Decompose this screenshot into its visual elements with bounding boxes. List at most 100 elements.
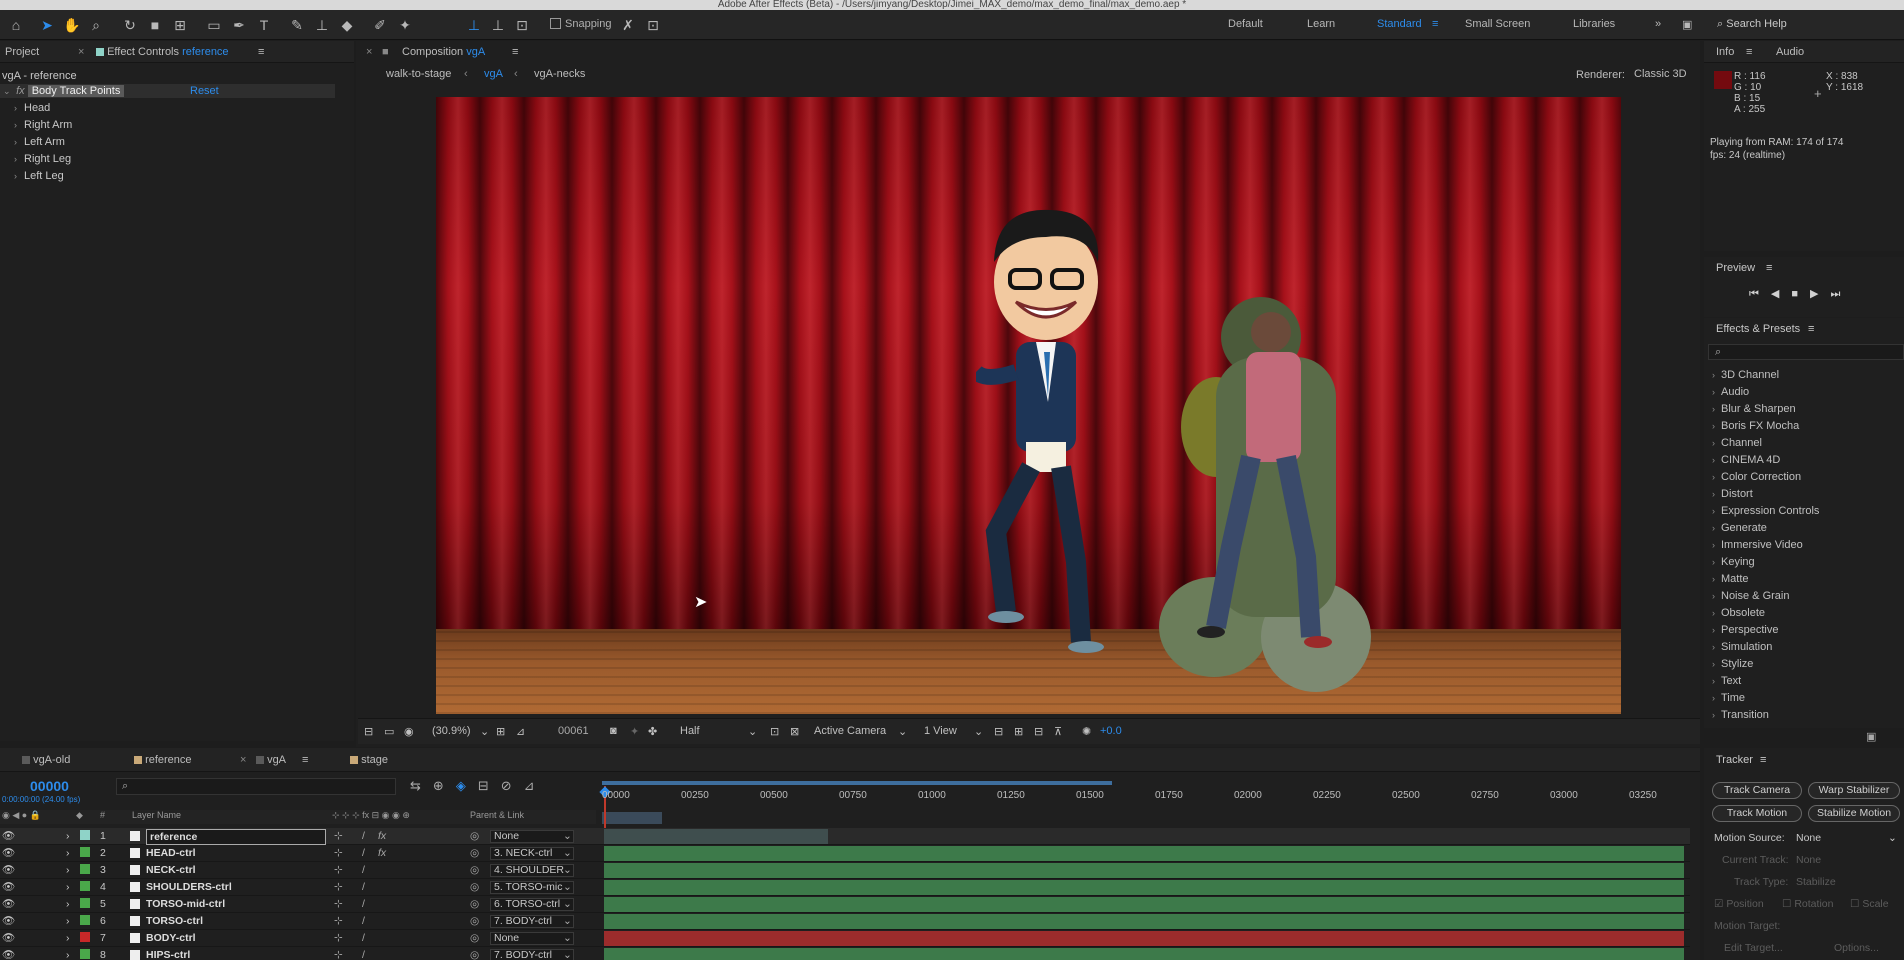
chevron-right-icon[interactable]: › xyxy=(66,896,70,913)
track-motion-button[interactable]: Track Motion xyxy=(1712,805,1802,822)
visibility-eye-icon[interactable]: 👁 xyxy=(2,930,15,947)
timeline-tab-reference[interactable]: reference xyxy=(134,754,192,766)
last-frame-icon[interactable]: ⏭ xyxy=(1831,288,1853,300)
chevron-down-icon[interactable]: ⌄ xyxy=(3,84,13,98)
puppet-pin-tool-icon[interactable]: ✦ xyxy=(395,15,415,35)
layer-label-swatch[interactable] xyxy=(80,932,90,942)
panel-menu-icon[interactable]: ≡ xyxy=(1746,46,1752,58)
layer-name[interactable]: TORSO-mid-ctrl xyxy=(146,896,225,913)
exposure-value[interactable]: +0.0 xyxy=(1100,725,1122,737)
type-tool-icon[interactable]: T xyxy=(254,15,274,35)
chevron-down-icon[interactable]: ⌄ xyxy=(563,930,572,947)
quality-switch-icon[interactable]: / xyxy=(362,828,365,845)
rectangle-tool-icon[interactable]: ▭ xyxy=(204,15,224,35)
group-left-leg[interactable]: › Left Leg xyxy=(14,169,64,183)
layer-row[interactable]: 👁 › 8 HIPS-ctrl ⊹ / ◎ 7. BODY-ctrl ⌄ xyxy=(0,947,1690,960)
parent-dropdown[interactable]: None xyxy=(490,932,574,945)
tab-effect-controls[interactable]: Effect Controls reference xyxy=(96,46,229,58)
chevron-down-icon[interactable]: ⌄ xyxy=(898,725,907,738)
panel-menu-icon[interactable]: ≡ xyxy=(302,754,308,766)
workspace-libraries[interactable]: Libraries xyxy=(1573,18,1615,30)
edit-target-button[interactable]: Edit Target... xyxy=(1724,942,1783,954)
snapshot-icon[interactable]: ◙ xyxy=(610,725,617,737)
quality-switch-icon[interactable]: / xyxy=(362,879,365,896)
next-frame-icon[interactable]: ▶ xyxy=(1810,288,1830,300)
quality-switch-icon[interactable]: / xyxy=(362,930,365,947)
layer-row[interactable]: 👁 › 5 TORSO-mid-ctrl ⊹ / ◎ 6. TORSO-ctrl ⌄ xyxy=(0,896,1690,913)
layer-name[interactable]: reference xyxy=(146,829,326,845)
pick-whip-icon[interactable]: ◎ xyxy=(470,845,479,862)
chevron-right-icon[interactable]: › xyxy=(66,947,70,960)
chevron-down-icon[interactable]: ⌄ xyxy=(563,879,572,896)
new-folder-icon[interactable]: ▣ xyxy=(1866,730,1876,743)
show-snapshot-icon[interactable]: ✦ xyxy=(630,725,639,738)
layer-label-swatch[interactable] xyxy=(80,847,90,857)
visibility-eye-icon[interactable]: 👁 xyxy=(2,947,15,960)
eraser-tool-icon[interactable]: ◆ xyxy=(337,15,357,35)
crop-icon[interactable]: ⊿ xyxy=(516,725,525,738)
panel-menu-icon[interactable]: ≡ xyxy=(512,46,518,58)
selection-tool-icon[interactable]: ➤ xyxy=(37,15,57,35)
parent-dropdown[interactable]: 5. TORSO-mic xyxy=(490,881,574,894)
tab-info[interactable]: Info xyxy=(1716,46,1734,58)
scale-checkbox[interactable]: ☐ Scale xyxy=(1850,898,1889,910)
chevron-right-icon[interactable]: › xyxy=(66,862,70,879)
shy-switch-icon[interactable]: ⊹ xyxy=(334,947,343,960)
current-frame[interactable]: 00061 xyxy=(558,725,589,737)
effects-category[interactable]: › CINEMA 4D xyxy=(1712,454,1780,466)
zoom-dropdown[interactable]: (30.9%) xyxy=(432,725,471,737)
quality-switch-icon[interactable]: / xyxy=(362,947,365,960)
shy-switch-icon[interactable]: ⊹ xyxy=(334,879,343,896)
effects-category[interactable]: › Generate xyxy=(1712,522,1767,534)
tab-composition[interactable]: Composition vgA xyxy=(402,46,485,58)
rotate-tool-icon[interactable]: ↻ xyxy=(120,15,140,35)
graph-editor-icon[interactable]: ⊿ xyxy=(524,778,547,793)
layer-name[interactable]: NECK-ctrl xyxy=(146,862,196,879)
pick-whip-icon[interactable]: ◎ xyxy=(470,930,479,947)
chevron-right-icon[interactable]: › xyxy=(66,913,70,930)
breadcrumb-vga[interactable]: vgA xyxy=(484,68,503,80)
exposure-icon[interactable]: ✺ xyxy=(1082,725,1091,738)
quality-switch-icon[interactable]: / xyxy=(362,845,365,862)
effects-category[interactable]: › Immersive Video xyxy=(1712,539,1803,551)
effects-category[interactable]: › Distort xyxy=(1712,488,1753,500)
channel-icon[interactable]: ✤ xyxy=(648,725,657,738)
visibility-eye-icon[interactable]: 👁 xyxy=(2,913,15,930)
shy-switch-icon[interactable]: ⊹ xyxy=(334,930,343,947)
region-interest-icon[interactable]: ⊡ xyxy=(770,725,779,738)
chevron-down-icon[interactable]: ⌄ xyxy=(563,845,572,862)
parent-dropdown[interactable]: 6. TORSO-ctrl xyxy=(490,898,574,911)
effects-category[interactable]: › Boris FX Mocha xyxy=(1712,420,1799,432)
shy-switch-icon[interactable]: ⊹ xyxy=(334,845,343,862)
layer-name[interactable]: TORSO-ctrl xyxy=(146,913,203,930)
effects-category[interactable]: › Text xyxy=(1712,675,1741,687)
panel-menu-icon[interactable]: ≡ xyxy=(1766,262,1772,274)
pick-whip-icon[interactable]: ◎ xyxy=(470,862,479,879)
snap-grid-icon[interactable]: ⊡ xyxy=(643,15,663,35)
shy-switch-icon[interactable]: ⊹ xyxy=(334,913,343,930)
chevron-down-icon[interactable]: ⌄ xyxy=(748,725,757,738)
layer-label-swatch[interactable] xyxy=(80,830,90,840)
parent-dropdown[interactable]: None xyxy=(490,830,574,843)
tab-project[interactable]: Project xyxy=(5,46,39,58)
layer-duration-bar[interactable] xyxy=(604,948,1684,960)
layer-name[interactable]: SHOULDERS-ctrl xyxy=(146,879,232,896)
breadcrumb-vga-necks[interactable]: vgA-necks xyxy=(534,68,585,80)
timeline-tab-vga-old[interactable]: vgA-old xyxy=(22,754,70,766)
views-dropdown[interactable]: 1 View xyxy=(924,725,957,737)
workspace-menu-icon[interactable]: ≡ xyxy=(1432,18,1438,30)
pen-tool-icon[interactable]: ✒ xyxy=(229,15,249,35)
workspace-learn[interactable]: Learn xyxy=(1307,18,1335,30)
flowchart-icon[interactable]: ⊼ xyxy=(1054,725,1062,738)
search-help[interactable]: ⌕ Search Help xyxy=(1717,18,1787,31)
effects-category[interactable]: › Keying xyxy=(1712,556,1755,568)
effects-category[interactable]: › Expression Controls xyxy=(1712,505,1819,517)
parent-dropdown[interactable]: 7. BODY-ctrl xyxy=(490,915,574,928)
parent-dropdown[interactable]: 7. BODY-ctrl xyxy=(490,949,574,960)
effects-category[interactable]: › Color Correction xyxy=(1712,471,1801,483)
parent-dropdown[interactable]: 3. NECK-ctrl xyxy=(490,847,574,860)
roto-brush-tool-icon[interactable]: ✐ xyxy=(370,15,390,35)
local-axis-icon[interactable]: ⊥ xyxy=(464,15,484,35)
chevron-down-icon[interactable]: ⌄ xyxy=(563,828,572,845)
group-head[interactable]: › Head xyxy=(14,101,50,115)
